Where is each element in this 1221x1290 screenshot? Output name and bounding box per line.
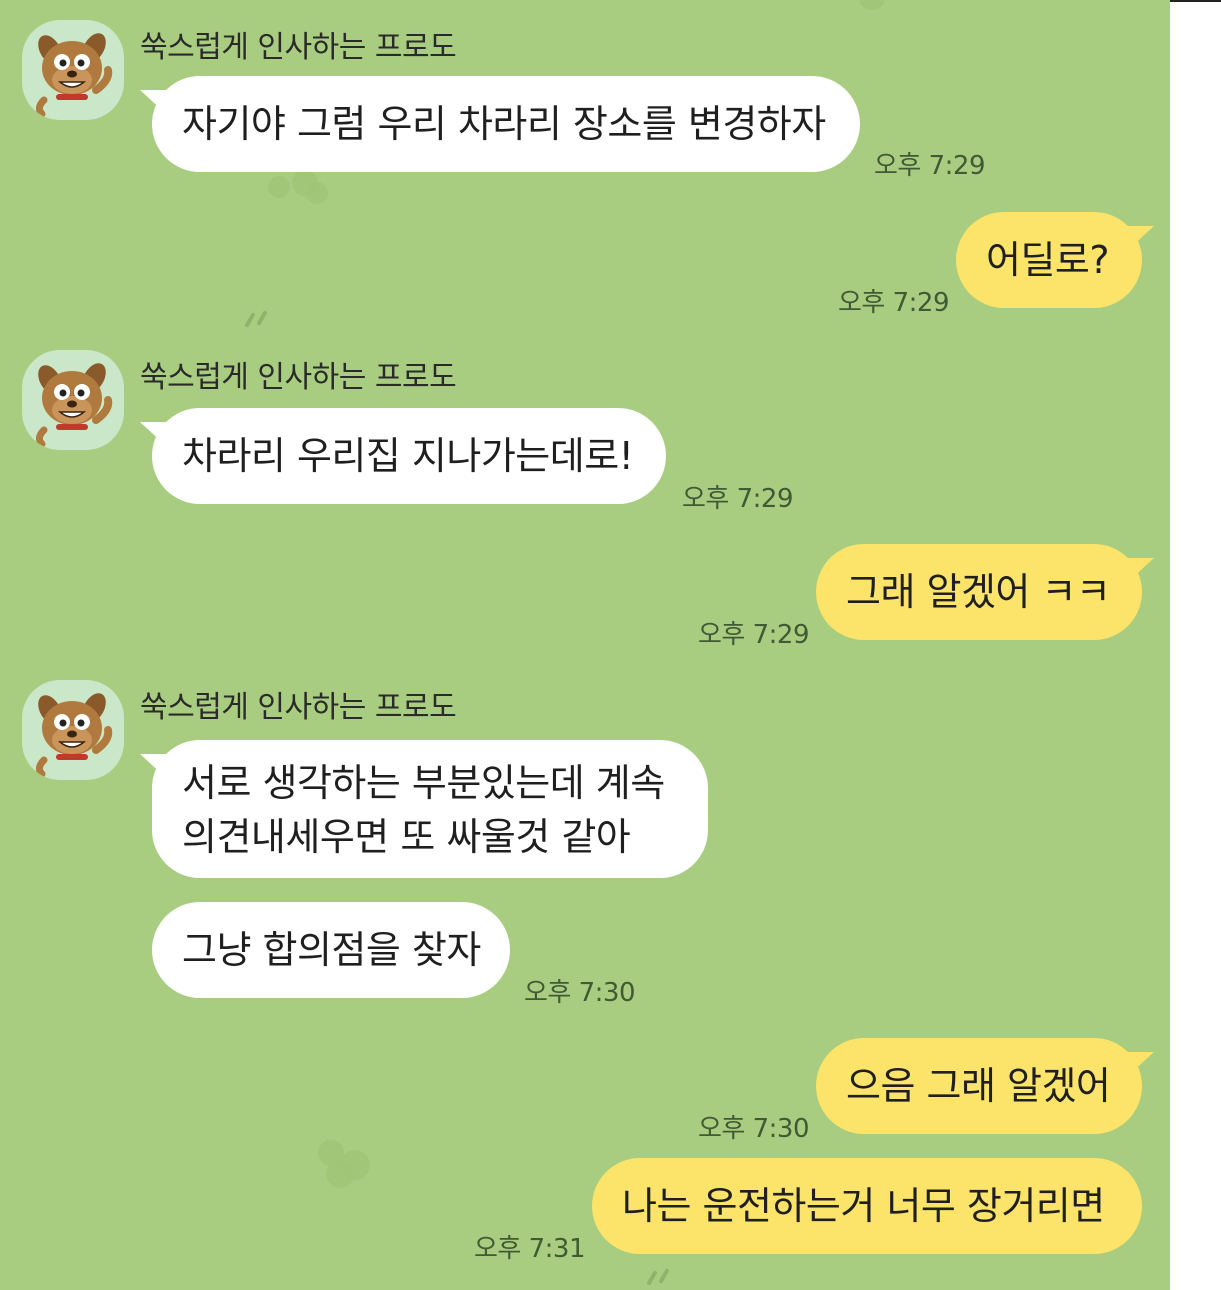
- background-clover-decoration: [306, 182, 328, 204]
- message-timestamp: 오후 7:31: [474, 1234, 586, 1264]
- outgoing-message-bubble[interactable]: 으음 그래 알겠어: [816, 1038, 1154, 1134]
- incoming-message-bubble[interactable]: 서로 생각하는 부분있는데 계속 의견내세우면 또 싸울것 같아: [140, 740, 708, 878]
- divider: [1170, 0, 1221, 2]
- sender-name: 쑥스럽게 인사하는 프로도: [140, 690, 457, 725]
- screenshot-margin: [1170, 0, 1221, 1290]
- background-grass-decoration: [244, 312, 256, 328]
- outgoing-message-bubble[interactable]: 어딜로?: [956, 212, 1154, 308]
- frodo-dog-avatar-icon[interactable]: [22, 20, 124, 120]
- message-timestamp: 오후 7:30: [524, 978, 636, 1008]
- incoming-message-bubble[interactable]: 자기야 그럼 우리 차라리 장소를 변경하자: [140, 76, 860, 172]
- outgoing-message-bubble[interactable]: 나는 운전하는거 너무 장거리면: [592, 1158, 1142, 1254]
- frodo-dog-avatar-icon[interactable]: [22, 680, 124, 780]
- background-grass-decoration: [658, 1268, 670, 1284]
- sender-name: 쑥스럽게 인사하는 프로도: [140, 30, 457, 65]
- frodo-dog-avatar-icon[interactable]: [22, 350, 124, 450]
- background-clover-decoration: [326, 1160, 354, 1188]
- background-clover-decoration: [860, 0, 884, 10]
- message-timestamp: 오후 7:29: [838, 288, 950, 318]
- message-timestamp: 오후 7:30: [698, 1114, 810, 1144]
- background-grass-decoration: [646, 1270, 658, 1286]
- message-timestamp: 오후 7:29: [874, 151, 986, 181]
- sender-name: 쑥스럽게 인사하는 프로도: [140, 360, 457, 395]
- background-clover-decoration: [268, 176, 290, 198]
- message-timestamp: 오후 7:29: [698, 620, 810, 650]
- incoming-message-bubble[interactable]: 그냥 합의점을 찾자: [152, 902, 510, 998]
- message-line: 서로 생각하는 부분있는데 계속: [182, 761, 665, 805]
- outgoing-message-bubble[interactable]: 그래 알겠어 ㅋㅋ: [816, 544, 1154, 640]
- message-timestamp: 오후 7:29: [682, 484, 794, 514]
- chat-screen: 쑥스럽게 인사하는 프로도 자기야 그럼 우리 차라리 장소를 변경하자 오후 …: [0, 0, 1170, 1290]
- message-line: 의견내세우면 또 싸울것 같아: [182, 815, 631, 859]
- background-grass-decoration: [256, 310, 268, 326]
- incoming-message-bubble[interactable]: 차라리 우리집 지나가는데로!: [140, 408, 666, 504]
